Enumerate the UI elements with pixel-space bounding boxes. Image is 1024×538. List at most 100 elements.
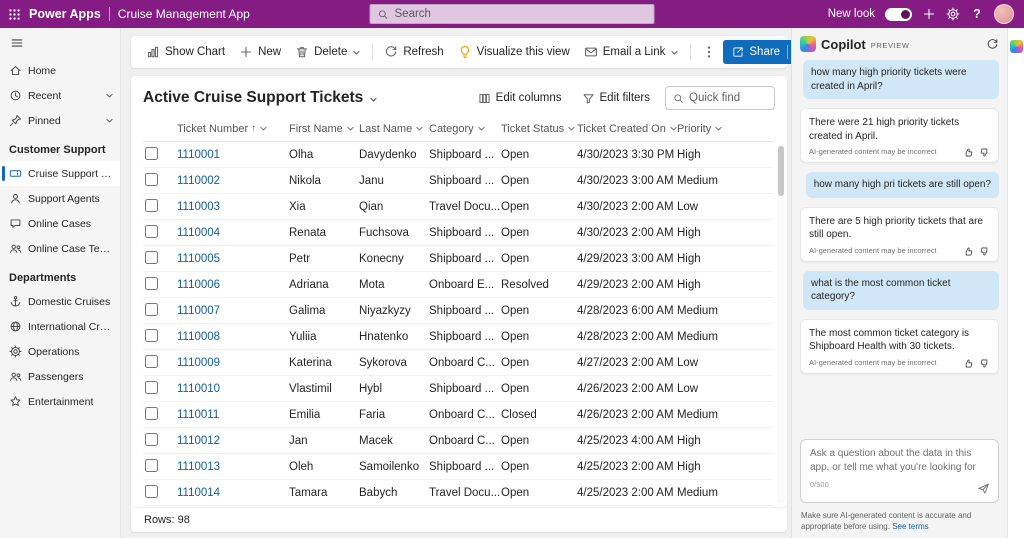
copilot-toggle-icon[interactable] (1010, 40, 1023, 53)
add-icon[interactable] (922, 7, 936, 21)
table-row[interactable]: 1110011 EmiliaFariaOnboard C...Closed4/2… (143, 402, 773, 428)
copilot-refresh-icon[interactable] (986, 38, 999, 51)
table-row[interactable]: 1110009 KaterinaSykorovaOnboard C...Open… (143, 350, 773, 376)
vertical-scrollbar[interactable] (777, 144, 785, 503)
column-header-priority[interactable]: Priority (677, 123, 773, 135)
table-row[interactable]: 1110013 OlehSamoilenkoShipboard ...Open4… (143, 454, 773, 480)
command-email-a-link[interactable]: Email a Link (577, 40, 687, 64)
command-delete[interactable]: Delete (288, 40, 368, 64)
column-header-ticket-number[interactable]: Ticket Number ↑ (177, 123, 289, 135)
table-cell: Resolved (501, 279, 577, 291)
row-checkbox[interactable] (145, 277, 158, 290)
ticket-number-link[interactable]: 1110003 (177, 201, 220, 213)
table-row[interactable]: 1110010 VlastimilHyblShipboard ...Open4/… (143, 376, 773, 402)
new-look-toggle[interactable] (885, 8, 912, 21)
table-row[interactable]: 1110014 TamaraBabychTravel Docu...Open4/… (143, 480, 773, 506)
sidebar-item-entertainment[interactable]: Entertainment (0, 389, 120, 414)
sidebar-item-international-cruises[interactable]: International Cruises (0, 314, 120, 339)
sidebar-item-recent[interactable]: Recent (0, 83, 120, 108)
table-row[interactable]: 1110005 PetrKonecnyShipboard ...Open4/29… (143, 246, 773, 272)
ticket-number-link[interactable]: 1110007 (177, 305, 220, 317)
thumbs-up-icon[interactable] (963, 147, 974, 158)
edit-filters-button[interactable]: Edit filters (577, 89, 656, 108)
ticket-number-link[interactable]: 1110011 (177, 409, 219, 421)
ticket-number-link[interactable]: 1110002 (177, 175, 220, 187)
ticket-number-link[interactable]: 1110001 (177, 149, 220, 161)
sidebar-item-pinned[interactable]: Pinned (0, 108, 120, 133)
ticket-number-link[interactable]: 1110010 (177, 383, 220, 395)
command-refresh[interactable]: Refresh (377, 40, 450, 64)
table-row[interactable]: 1110006 AdrianaMotaOnboard E...Resolved4… (143, 272, 773, 298)
thumbs-down-icon[interactable] (979, 246, 990, 257)
user-message: how many high pri tickets are still open… (806, 172, 999, 198)
edit-columns-button[interactable]: Edit columns (473, 89, 567, 108)
ticket-number-link[interactable]: 1110012 (177, 435, 220, 447)
row-checkbox[interactable] (145, 355, 158, 368)
column-header-first-name[interactable]: First Name (289, 123, 359, 135)
ticket-number-link[interactable]: 1110006 (177, 279, 220, 291)
sidebar-item-online-cases[interactable]: Online Cases (0, 211, 120, 236)
row-checkbox[interactable] (145, 329, 158, 342)
column-header-category[interactable]: Category (429, 123, 501, 135)
row-checkbox[interactable] (145, 485, 158, 498)
command-visualize-this-view[interactable]: Visualize this view (451, 40, 577, 64)
row-checkbox[interactable] (145, 147, 158, 160)
sidebar-item-domestic-cruises[interactable]: Domestic Cruises (0, 289, 120, 314)
command-label: New (258, 46, 281, 58)
send-icon[interactable] (977, 482, 990, 495)
row-checkbox[interactable] (145, 225, 158, 238)
command-new[interactable]: New (232, 40, 288, 64)
help-icon[interactable]: ? (970, 7, 984, 21)
ticket-number-link[interactable]: 1110008 (177, 331, 220, 343)
row-checkbox[interactable] (145, 173, 158, 186)
column-header-ticket-created-on[interactable]: Ticket Created On (577, 123, 677, 135)
column-header-ticket-status[interactable]: Ticket Status (501, 123, 577, 135)
sidebar-item-passengers[interactable]: Passengers (0, 364, 120, 389)
copilot-question-input[interactable]: Ask a question about the data in this ap… (800, 439, 999, 503)
waffle-icon[interactable] (8, 8, 21, 21)
settings-gear-icon[interactable] (946, 7, 960, 21)
row-checkbox[interactable] (145, 251, 158, 264)
ticket-number-link[interactable]: 1110009 (177, 357, 220, 369)
table-row[interactable]: 1110001 OlhaDavydenkoShipboard ...Open4/… (143, 142, 773, 168)
view-selector[interactable]: Active Cruise Support Tickets (143, 89, 378, 107)
table-row[interactable]: 1110003 XiaQianTravel Docu...Open4/30/20… (143, 194, 773, 220)
row-checkbox[interactable] (145, 303, 158, 316)
hamburger-menu-icon[interactable] (10, 36, 24, 50)
sidebar-item-online-case-teams[interactable]: Online Case Teams (0, 236, 120, 261)
table-cell: Onboard E... (429, 279, 501, 291)
table-cell: 4/28/2023 2:00 AM (577, 331, 677, 343)
thumbs-up-icon[interactable] (963, 358, 974, 369)
table-row[interactable]: 1110007 GalimaNiyazkyzyShipboard ...Open… (143, 298, 773, 324)
quick-find-input[interactable]: Quick find (665, 86, 775, 110)
brand-label[interactable]: Power Apps (29, 7, 101, 21)
row-checkbox[interactable] (145, 199, 158, 212)
ticket-number-link[interactable]: 1110013 (177, 461, 220, 473)
thumbs-down-icon[interactable] (979, 147, 990, 158)
see-terms-link[interactable]: See terms (892, 522, 928, 531)
column-header-last-name[interactable]: Last Name (359, 123, 429, 135)
sidebar-item-support-agents[interactable]: Support Agents (0, 186, 120, 211)
table-row[interactable]: 1110002 NikolaJanuShipboard ...Open4/30/… (143, 168, 773, 194)
row-checkbox[interactable] (145, 433, 158, 446)
sidebar-item-operations[interactable]: Operations (0, 339, 120, 364)
sidebar-item-cruise-support-tickets[interactable]: Cruise Support Tickets (0, 161, 120, 186)
app-name[interactable]: Cruise Management App (118, 7, 250, 21)
thumbs-up-icon[interactable] (963, 246, 974, 257)
table-row[interactable]: 1110008 YuliiaHnatenkoShipboard ...Open4… (143, 324, 773, 350)
row-checkbox[interactable] (145, 407, 158, 420)
sidebar-item-home[interactable]: Home (0, 58, 120, 83)
row-checkbox[interactable] (145, 381, 158, 394)
row-checkbox[interactable] (145, 459, 158, 472)
global-search-input[interactable]: Search (370, 4, 655, 24)
table-row[interactable]: 1110004 RenataFuchsovaShipboard ...Open4… (143, 220, 773, 246)
table-row[interactable]: 1110012 JanMacekOnboard C...Open4/25/202… (143, 428, 773, 454)
user-avatar[interactable] (994, 4, 1014, 24)
scrollbar-thumb[interactable] (778, 146, 784, 196)
command-show-chart[interactable]: Show Chart (139, 40, 232, 64)
ticket-number-link[interactable]: 1110005 (177, 253, 220, 265)
ticket-number-link[interactable]: 1110014 (177, 487, 220, 499)
more-commands-button[interactable] (695, 40, 723, 64)
ticket-number-link[interactable]: 1110004 (177, 227, 220, 239)
thumbs-down-icon[interactable] (979, 358, 990, 369)
